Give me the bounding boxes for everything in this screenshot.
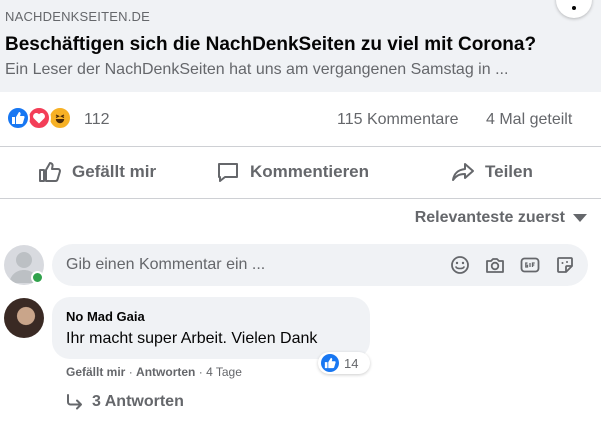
comment-bubble: No Mad Gaia Ihr macht super Arbeit. Viel… (52, 297, 370, 359)
divider (0, 146, 601, 147)
haha-icon (48, 106, 72, 130)
love-icon (27, 106, 51, 130)
comment-reaction-count: 14 (344, 355, 359, 371)
comments-count[interactable]: 115 Kommentare (337, 111, 459, 129)
like-button[interactable]: Gefällt mir (38, 152, 156, 192)
comment-meta: Gefällt mir · Antworten · 4 Tage (66, 365, 242, 379)
link-title[interactable]: Beschäftigen sich die NachDenkSeiten zu … (5, 34, 536, 56)
reply-arrow-icon (67, 394, 82, 410)
share-button[interactable]: Teilen (451, 152, 533, 192)
like-icon (6, 106, 30, 130)
comment-icon (218, 163, 238, 182)
commenter-avatar[interactable] (4, 298, 44, 338)
comment-reply-link[interactable]: Antworten (136, 365, 195, 379)
divider (0, 198, 601, 199)
camera-icon[interactable] (485, 255, 505, 275)
sticker-icon[interactable] (555, 255, 575, 275)
online-status-icon (31, 271, 44, 284)
link-domain: NACHDENKSEITEN.DE (5, 9, 150, 24)
comment-author[interactable]: No Mad Gaia (66, 309, 145, 324)
comment-composer[interactable] (52, 244, 588, 286)
emoji-icon[interactable] (450, 255, 470, 275)
gif-icon[interactable] (520, 255, 540, 275)
comment-input[interactable] (66, 244, 436, 286)
share-icon (452, 163, 474, 181)
comment-button[interactable]: Kommentieren (216, 152, 369, 192)
share-button-label: Teilen (485, 162, 533, 181)
reaction-count[interactable]: 112 (84, 111, 110, 129)
comment-button-label: Kommentieren (250, 162, 370, 181)
like-icon (321, 354, 339, 372)
link-preview[interactable]: NACHDENKSEITEN.DE Beschäftigen sich die … (0, 0, 601, 92)
more-dot-icon (572, 6, 576, 10)
sort-label: Relevanteste zuerst (414, 209, 565, 226)
replies-label: 3 Antworten (92, 393, 184, 410)
more-options-button[interactable] (556, 0, 592, 18)
thumbs-up-icon (39, 162, 61, 182)
comment-text: Ihr macht super Arbeit. Vielen Dank (66, 330, 318, 347)
link-description: Ein Leser der NachDenkSeiten hat uns am … (5, 61, 509, 78)
separator: · (198, 365, 203, 379)
caret-down-icon (573, 214, 587, 222)
comment-reactions[interactable]: 14 (318, 352, 370, 374)
like-button-label: Gefällt mir (72, 162, 157, 181)
separator: · (128, 365, 133, 379)
comment-timestamp[interactable]: 4 Tage (206, 365, 242, 379)
shares-count[interactable]: 4 Mal geteilt (486, 111, 572, 129)
comment-like-link[interactable]: Gefällt mir (66, 365, 125, 379)
sort-dropdown[interactable]: Relevanteste zuerst (415, 209, 587, 227)
view-replies-button[interactable]: 3 Antworten (66, 393, 184, 411)
